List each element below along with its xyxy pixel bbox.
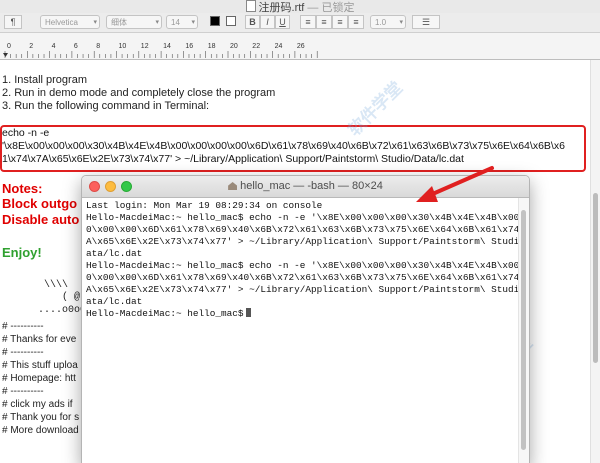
- textedit-titlebar: 注册码.rtf — 已锁定: [0, 0, 600, 14]
- comment-line: # Homepage: htt: [2, 373, 76, 384]
- justify-button[interactable]: ≡: [348, 15, 364, 29]
- terminal-line: A\x65\x6E\x2E\x73\x74\x77' > ~/Library/A…: [86, 284, 530, 295]
- ruler[interactable]: 0 2 4 6 8 10 12 14 16 18 20 22 24 26: [0, 33, 600, 60]
- font-size-select[interactable]: 14 ▾: [166, 15, 198, 29]
- document-scroll-thumb[interactable]: [593, 193, 598, 363]
- terminal-scrollbar[interactable]: [518, 198, 529, 463]
- ruler-label: 2: [29, 43, 34, 50]
- comment-line: # ----------: [2, 347, 44, 358]
- ruler-label: 16: [185, 43, 194, 50]
- step-2: 2. Run in demo mode and completely close…: [2, 87, 276, 99]
- terminal-window[interactable]: hello_mac — -bash — 80×24 Last login: Mo…: [81, 175, 530, 463]
- chevron-down-icon: ▾: [93, 19, 97, 26]
- comment-line: # click my ads if: [2, 399, 73, 410]
- chevron-down-icon: ▾: [399, 19, 403, 26]
- terminal-line: Hello-MacdeiMac:~ hello_mac$ echo -n -e …: [86, 260, 530, 271]
- ruler-label: 0: [7, 43, 11, 50]
- text-cursor: [245, 308, 251, 317]
- ruler-label: 22: [252, 43, 261, 50]
- step-1: 1. Install program: [2, 74, 87, 86]
- notes-heading: Notes:: [2, 181, 43, 196]
- command-line-3: 1\x74\x7A\x65\x6E\x2E\x73\x74\x77' > ~/L…: [2, 153, 464, 165]
- terminal-line: ata/lc.dat: [86, 248, 143, 259]
- comment-line: # ----------: [2, 386, 44, 397]
- terminal-title: hello_mac — -bash — 80×24: [82, 176, 529, 197]
- align-center-button[interactable]: ≡: [316, 15, 332, 29]
- list-bullets-button[interactable]: ☰: [412, 15, 440, 29]
- text-color-swatch[interactable]: [210, 16, 220, 26]
- terminal-scroll-thumb[interactable]: [521, 210, 526, 450]
- line-spacing-select[interactable]: 1.0 ▾: [370, 15, 406, 29]
- comment-line: # Thank you for s: [2, 412, 80, 423]
- document-scrollbar[interactable]: [590, 60, 600, 463]
- ruler-label: 10: [118, 43, 127, 50]
- home-folder-icon: [228, 182, 238, 190]
- ruler-label: 8: [96, 43, 101, 50]
- notes-line-2: Disable auto: [2, 212, 80, 227]
- terminal-line: Hello-MacdeiMac:~ hello_mac$ echo -n -e …: [86, 212, 530, 223]
- terminal-line: ata/lc.dat: [86, 296, 143, 307]
- align-right-button[interactable]: ≡: [332, 15, 348, 29]
- comment-line: # Thanks for eve: [2, 334, 77, 345]
- ruler-label: 24: [274, 43, 283, 50]
- background-color-swatch[interactable]: [226, 16, 236, 26]
- font-style-select[interactable]: 细体 ▾: [106, 15, 162, 29]
- format-toolbar: ¶ Helvetica ▾ 细体 ▾ 14 ▾ B I U ≡ ≡ ≡ ≡ 1.0 ▾ …: [0, 13, 600, 33]
- chevron-down-icon: ▾: [191, 19, 195, 26]
- left-margin-marker[interactable]: [3, 53, 8, 57]
- font-family-select[interactable]: Helvetica ▾: [40, 15, 100, 29]
- ruler-label: 6: [73, 43, 78, 50]
- step-3: 3. Run the following command in Terminal…: [2, 100, 210, 112]
- ruler-label: 14: [163, 43, 171, 50]
- ruler-label: 18: [207, 43, 216, 50]
- terminal-line: A\x65\x6E\x2E\x73\x74\x77' > ~/Library/A…: [86, 236, 530, 247]
- command-line-1: echo -n -e: [2, 127, 50, 139]
- terminal-line: 0\x00\x00\x6D\x61\x78\x69\x40\x6B\x72\x6…: [86, 272, 530, 283]
- ruler-label: 20: [230, 43, 238, 50]
- screen: 注册码.rtf — 已锁定 ¶ Helvetica ▾ 细体 ▾ 14 ▾ B I U…: [0, 0, 600, 463]
- terminal-line: 0\x00\x00\x6D\x61\x78\x69\x40\x6B\x72\x6…: [86, 224, 530, 235]
- window-title: 注册码.rtf — 已锁定: [0, 0, 600, 14]
- align-left-button[interactable]: ≡: [300, 15, 316, 29]
- ascii-art-line-1: \\\\: [44, 280, 69, 291]
- terminal-line: Last login: Mon Mar 19 08:29:34 on conso…: [86, 200, 323, 211]
- ascii-art-line-2: ( @: [62, 292, 81, 303]
- document-icon: [245, 0, 256, 12]
- enjoy-text: Enjoy!: [2, 245, 42, 260]
- paragraph-styles-button[interactable]: ¶: [4, 15, 22, 29]
- ruler-label: 4: [51, 43, 56, 50]
- comment-line: # ----------: [2, 321, 44, 332]
- terminal-titlebar[interactable]: hello_mac — -bash — 80×24: [82, 176, 529, 198]
- command-line-2: '\x8E\x00\x00\x00\x30\x4B\x4E\x4B\x00\x0…: [2, 140, 565, 152]
- comment-line: # More download: [2, 425, 79, 436]
- notes-line-1: Block outgo: [2, 196, 78, 211]
- italic-button[interactable]: I: [260, 15, 275, 29]
- chevron-down-icon: ▾: [155, 19, 159, 26]
- ruler-label: 26: [296, 43, 305, 50]
- terminal-output[interactable]: Last login: Mon Mar 19 08:29:34 on conso…: [82, 198, 529, 463]
- ruler-label: 12: [140, 43, 149, 50]
- comment-line: # This stuff uploa: [2, 360, 78, 371]
- underline-button[interactable]: U: [275, 15, 290, 29]
- bold-button[interactable]: B: [245, 15, 260, 29]
- terminal-prompt-line: Hello-MacdeiMac:~ hello_mac$: [86, 308, 251, 319]
